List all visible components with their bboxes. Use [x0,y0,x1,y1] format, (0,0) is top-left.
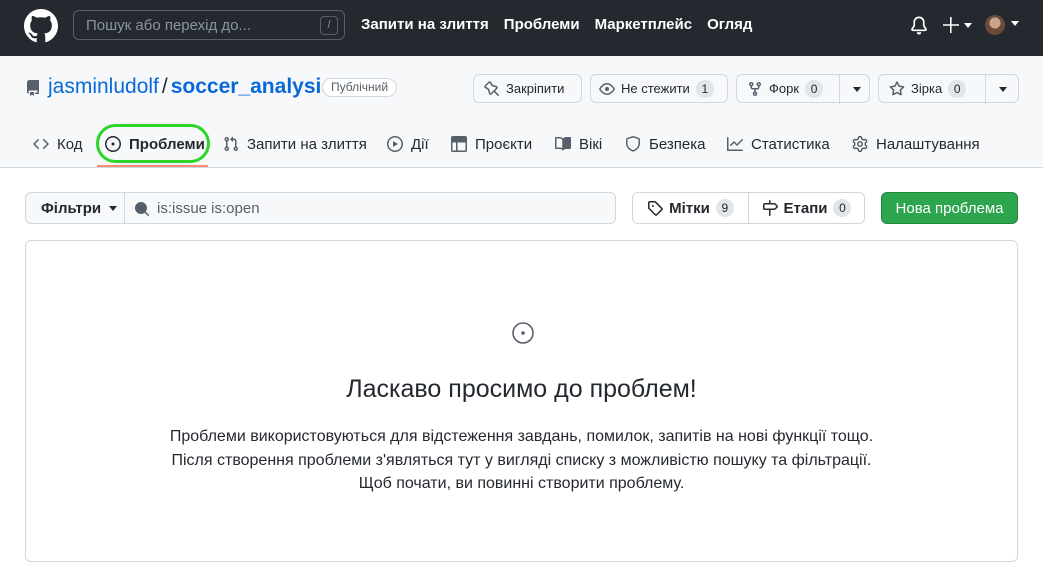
milestones-button[interactable]: Етапи 0 [748,192,865,224]
tab-pull-requests-label: Запити на злиття [247,135,367,153]
graph-icon [727,137,743,151]
tab-code-label: Код [57,135,83,153]
star-count: 0 [948,79,967,98]
plus-icon[interactable] [943,15,973,35]
search-shortcut-badge: / [320,16,338,35]
pin-label: Закріпити [506,81,565,96]
milestone-icon [762,200,778,216]
star-button-group: Зірка 0 [878,74,1019,104]
global-search-input[interactable]: Пошук або перехід до... / [73,10,345,40]
repo-title: jasminludolf / soccer_analysis [48,75,333,99]
watch-button[interactable]: Не стежити 1 [590,74,728,103]
blankslate-line: Після створення проблеми з'являться тут … [171,451,872,469]
tab-actions-label: Дії [411,135,429,153]
global-header: Пошук або перехід до... / Запити на злит… [0,0,1043,56]
tab-projects-label: Проєкти [475,135,533,153]
tab-insights-label: Статистика [751,135,830,153]
repo-owner-link[interactable]: jasminludolf [48,75,159,98]
table-icon [451,136,467,152]
book-icon [555,136,571,151]
pull-request-icon [224,136,239,152]
blankslate-line: Проблеми використовуються для відстеженн… [169,428,874,445]
fork-count: 0 [805,79,824,98]
tab-security[interactable]: Безпека [625,132,705,156]
chevron-down-icon [852,87,861,92]
repo-separator: / [161,75,168,98]
global-nav: Запити на злиття Проблеми Маркетплейс Ог… [361,16,752,33]
search-icon [135,202,150,217]
tag-icon [648,201,663,216]
labels-count: 9 [715,199,734,217]
fork-dropdown-button[interactable] [839,75,873,104]
watch-count: 1 [695,79,714,98]
filters-dropdown[interactable]: Фільтри [25,192,125,224]
highlight-ring [96,124,210,163]
fork-button-group: Форк 0 [736,74,873,104]
tab-actions[interactable]: Дії [387,132,429,156]
avatar [985,15,1005,35]
chevron-down-icon [1011,21,1019,26]
nav-marketplace[interactable]: Маркетплейс [595,16,692,33]
watch-label: Не стежити [621,81,690,96]
repo-name-link[interactable]: soccer_analysis [171,75,333,98]
star-icon [889,80,905,95]
issue-opened-icon [512,322,534,344]
issues-search-input[interactable]: is:issue is:open [124,192,616,224]
blankslate-title: Ласкаво просимо до проблем! [346,375,697,403]
bell-icon[interactable] [910,16,928,35]
play-icon [387,136,403,152]
tab-wiki[interactable]: Вікі [555,132,602,156]
blankslate-line: Щоб почати, ви повинні створити проблему… [358,475,685,492]
star-label[interactable]: Зірка [911,81,942,96]
nav-issues[interactable]: Проблеми [504,16,580,33]
new-issue-button[interactable]: Нова проблема [881,192,1018,224]
blankslate-description: Проблеми використовуються для відстеженн… [26,425,1017,496]
pin-button[interactable]: Закріпити [473,74,582,103]
eye-icon [599,82,615,95]
search-placeholder: Пошук або перехід до... [86,17,251,34]
github-logo-icon[interactable] [24,9,58,43]
visibility-badge: Публічний [322,78,398,97]
selected-tab-underline [97,165,208,167]
filters-label: Фільтри [41,199,102,217]
milestones-count: 0 [833,199,852,217]
star-dropdown-button[interactable] [985,75,1019,104]
tab-settings[interactable]: Налаштування [852,132,980,156]
code-icon [33,138,49,150]
issues-blankslate: Ласкаво просимо до проблем! Проблеми вик… [25,240,1018,562]
issues-search-value: is:issue is:open [157,200,260,217]
chevron-down-icon [998,87,1007,92]
tab-projects[interactable]: Проєкти [451,132,532,156]
shield-icon [626,136,640,152]
nav-explore[interactable]: Огляд [707,16,752,33]
fork-icon [749,81,761,96]
tab-insights[interactable]: Статистика [727,132,830,156]
chevron-down-icon [109,205,118,211]
repo-icon [26,80,39,96]
pin-icon [484,80,500,96]
gear-icon [852,136,868,152]
tab-wiki-label: Вікі [579,135,603,153]
labels-button[interactable]: Мітки 9 [632,192,749,224]
tab-pull-requests[interactable]: Запити на злиття [223,132,367,156]
user-menu[interactable] [985,15,1021,37]
labels-label: Мітки [669,199,710,217]
tab-security-label: Безпека [649,135,706,153]
tab-settings-label: Налаштування [876,135,980,153]
milestones-label: Етапи [783,199,828,217]
nav-pull-requests[interactable]: Запити на злиття [361,16,489,33]
fork-label[interactable]: Форк [769,81,799,96]
tab-code[interactable]: Код [33,132,83,156]
